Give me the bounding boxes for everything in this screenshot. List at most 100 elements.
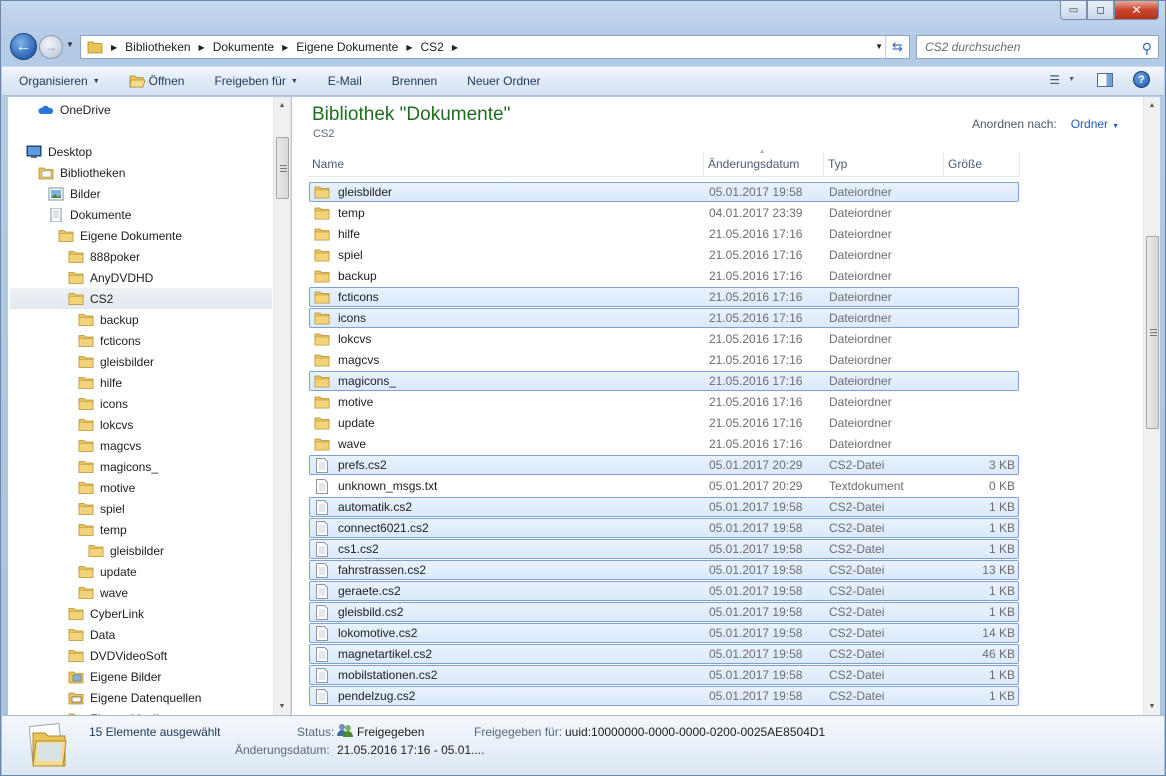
change-view-button[interactable]: ☰ ▼ (1049, 73, 1075, 87)
scroll-down-icon[interactable]: ▼ (274, 698, 290, 714)
search-input[interactable]: CS2 durchsuchen ⚲ (916, 35, 1159, 59)
minimize-button[interactable]: ▭ (1060, 1, 1087, 20)
column-header-date[interactable]: Änderungsdatum (704, 152, 824, 176)
file-row[interactable]: mobilstationen.cs2 05.01.2017 19:58 CS2-Da… (309, 665, 1019, 685)
scroll-up-icon[interactable]: ▲ (274, 97, 290, 113)
help-button[interactable]: ? (1133, 71, 1150, 88)
tree-item[interactable]: lokcvs (78, 414, 133, 435)
file-row[interactable]: magnetartikel.cs2 05.01.2017 19:58 CS2-Dat… (309, 644, 1019, 664)
breadcrumb-separator-icon[interactable]: ▶ (406, 43, 412, 52)
tree-item[interactable]: temp (78, 519, 127, 540)
file-name-cell: cs1.cs2 (310, 541, 706, 557)
tree-item[interactable]: update (78, 561, 137, 582)
folder-icon (314, 249, 330, 261)
arrange-by-dropdown[interactable]: Ordner ▼ (1071, 117, 1119, 131)
tree-item[interactable]: Desktop (26, 141, 92, 162)
tree-item[interactable]: Eigene Datenquellen (68, 687, 201, 708)
column-header-name[interactable]: Name (308, 152, 704, 176)
file-row[interactable]: connect6021.cs2 05.01.2017 19:58 CS2-Datei… (309, 518, 1019, 538)
file-row[interactable]: pendelzug.cs2 05.01.2017 19:58 CS2-Datei 1 … (309, 686, 1019, 706)
column-header-size[interactable]: Größe (944, 152, 1020, 176)
search-icon[interactable]: ⚲ (1142, 40, 1152, 57)
close-button[interactable]: ✕ (1114, 1, 1159, 20)
tree-item[interactable]: OneDrive (38, 99, 111, 120)
file-row[interactable]: lokcvs 21.05.2016 17:16 Dateiordner (309, 329, 1019, 349)
breadcrumb-separator-icon[interactable]: ▶ (199, 43, 205, 52)
tree-item[interactable]: wave (78, 582, 128, 603)
file-row[interactable]: automatik.cs2 05.01.2017 19:58 CS2-Datei 1 … (309, 497, 1019, 517)
tree-item[interactable]: motive (78, 477, 135, 498)
tree-item[interactable]: gleisbilder (88, 540, 164, 561)
column-header-type[interactable]: Typ (824, 152, 944, 176)
tree-item[interactable]: Bilder (48, 183, 101, 204)
folder-icon (78, 313, 94, 326)
maximize-button[interactable]: ◻ (1087, 1, 1114, 20)
file-list-scrollbar[interactable]: ▲ ▼ (1143, 97, 1160, 715)
tree-item[interactable]: Data (68, 624, 115, 645)
tree-item[interactable]: fcticons (78, 330, 141, 351)
file-row[interactable]: motive 21.05.2016 17:16 Dateiordner (309, 392, 1019, 412)
file-row[interactable]: cs1.cs2 05.01.2017 19:58 CS2-Datei 1 KB (309, 539, 1019, 559)
navigation-scrollbar[interactable]: ▲ ▼ (273, 97, 290, 715)
tree-item[interactable]: hilfe (78, 372, 122, 393)
open-button[interactable]: Öffnen (129, 74, 184, 88)
address-bar[interactable]: ▶ Bibliotheken ▶ Dokumente ▶ Eigene Dokument… (80, 35, 910, 59)
breadcrumb-item[interactable]: CS2 (420, 40, 443, 54)
tree-item[interactable]: DVDVideoSoft (68, 645, 167, 666)
breadcrumb-item[interactable]: Eigene Dokumente (296, 40, 398, 54)
breadcrumb-item[interactable]: Dokumente (213, 40, 274, 54)
forward-button[interactable]: → (39, 35, 63, 59)
file-row[interactable]: fcticons 21.05.2016 17:16 Dateiordner (309, 287, 1019, 307)
new-folder-button[interactable]: Neuer Ordner (467, 74, 540, 88)
tree-item[interactable]: CS2 (10, 288, 272, 309)
file-row[interactable]: update 21.05.2016 17:16 Dateiordner (309, 413, 1019, 433)
tree-item[interactable]: Bibliotheken (38, 162, 125, 183)
file-row[interactable]: lokomotive.cs2 05.01.2017 19:58 CS2-Datei 1… (309, 623, 1019, 643)
file-row[interactable]: geraete.cs2 05.01.2017 19:58 CS2-Datei 1 KB (309, 581, 1019, 601)
file-row[interactable]: icons 21.05.2016 17:16 Dateiordner (309, 308, 1019, 328)
burn-button[interactable]: Brennen (392, 74, 437, 88)
share-with-menu-button[interactable]: Freigeben für ▼ (214, 74, 297, 88)
breadcrumb-separator-icon[interactable]: ▶ (282, 43, 288, 52)
file-row[interactable]: hilfe 21.05.2016 17:16 Dateiordner (309, 224, 1019, 244)
back-button[interactable]: ← (10, 33, 37, 60)
tree-item[interactable]: Eigene Bilder (68, 666, 161, 687)
file-row[interactable]: magcvs 21.05.2016 17:16 Dateiordner (309, 350, 1019, 370)
tree-item[interactable]: CyberLink (68, 603, 144, 624)
file-row[interactable]: spiel 21.05.2016 17:16 Dateiordner (309, 245, 1019, 265)
file-row[interactable]: fahrstrassen.cs2 05.01.2017 19:58 CS2-Date… (309, 560, 1019, 580)
refresh-button[interactable]: ⇆ (885, 36, 909, 58)
file-row[interactable]: backup 21.05.2016 17:16 Dateiordner (309, 266, 1019, 286)
tree-item[interactable]: magcvs (78, 435, 141, 456)
tree-item[interactable]: backup (78, 309, 139, 330)
breadcrumb-item[interactable]: Bibliotheken (125, 40, 190, 54)
tree-item[interactable]: AnyDVDHD (68, 267, 153, 288)
tree-item[interactable]: spiel (78, 498, 125, 519)
scroll-up-icon[interactable]: ▲ (1144, 97, 1160, 113)
tree-item[interactable]: icons (78, 393, 128, 414)
file-row[interactable]: wave 21.05.2016 17:16 Dateiordner (309, 434, 1019, 454)
file-row[interactable]: prefs.cs2 05.01.2017 20:29 CS2-Datei 3 KB (309, 455, 1019, 475)
file-row[interactable]: gleisbild.cs2 05.01.2017 19:58 CS2-Datei 1 … (309, 602, 1019, 622)
file-row[interactable]: gleisbilder 05.01.2017 19:58 Dateiordner (309, 182, 1019, 202)
file-name: temp (338, 206, 365, 220)
organize-menu-button[interactable]: Organisieren ▼ (19, 74, 100, 88)
tree-item[interactable]: Dokumente (48, 204, 131, 225)
tree-item[interactable]: Eigene Musik (68, 708, 162, 715)
tree-item[interactable]: gleisbilder (78, 351, 154, 372)
tree-item[interactable]: magicons_ (78, 456, 158, 477)
scroll-down-icon[interactable]: ▼ (1144, 698, 1160, 714)
file-row[interactable]: unknown_msgs.txt 05.01.2017 20:29 Textdoku… (309, 476, 1019, 496)
address-history-dropdown[interactable]: ▼ (875, 42, 883, 51)
file-row[interactable]: magicons_ 21.05.2016 17:16 Dateiordner (309, 371, 1019, 391)
recent-pages-dropdown[interactable]: ▼ (66, 40, 74, 49)
scroll-thumb[interactable] (1146, 236, 1159, 429)
scroll-thumb[interactable] (276, 137, 289, 199)
tree-item[interactable]: 888poker (68, 246, 140, 267)
breadcrumb-separator-icon[interactable]: ▶ (452, 43, 458, 52)
preview-pane-button[interactable] (1097, 72, 1113, 87)
email-button[interactable]: E-Mail (328, 74, 362, 88)
breadcrumb-separator-icon[interactable]: ▶ (111, 43, 117, 52)
tree-item[interactable]: Eigene Dokumente (58, 225, 182, 246)
file-row[interactable]: temp 04.01.2017 23:39 Dateiordner (309, 203, 1019, 223)
